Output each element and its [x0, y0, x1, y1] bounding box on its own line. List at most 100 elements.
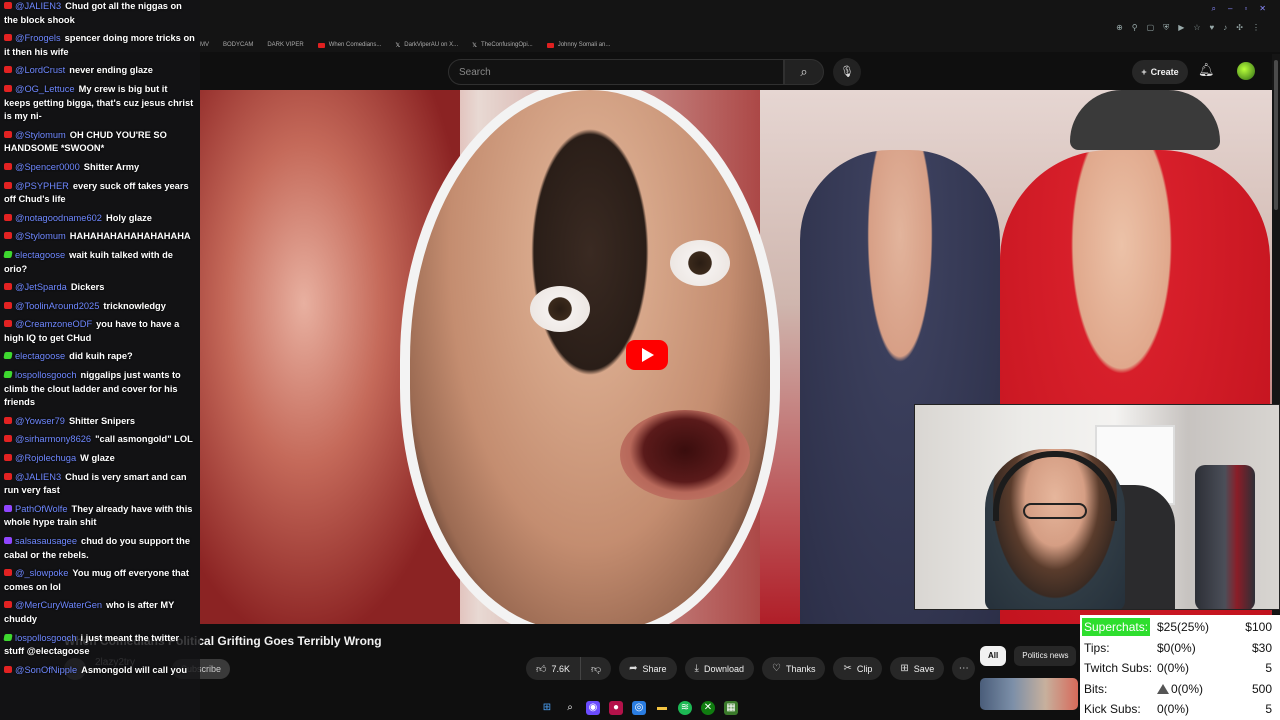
bookmark-johnny-somali[interactable]: Johnny Somali an... — [546, 42, 610, 48]
chat-text: Asmongold will call you — [81, 664, 188, 675]
folder-icon[interactable]: ▬ — [655, 701, 669, 715]
search-input[interactable]: Search — [448, 59, 784, 85]
recommended-video-thumbnail[interactable] — [980, 678, 1078, 710]
audio-icon[interactable]: ♪ — [1223, 23, 1227, 33]
bookmark-when-comedians[interactable]: When Comedians... — [317, 42, 381, 48]
kick-badge-icon — [3, 352, 13, 360]
goal-target: 5 — [1265, 702, 1272, 717]
spotify-icon[interactable]: ≋ — [678, 701, 692, 715]
chat-username: @JALIEN3 — [15, 1, 62, 11]
youtube-header: Search ⌕ 🎙 + Create 🔔︎ — [200, 56, 1280, 88]
youtube-badge-icon — [4, 454, 12, 462]
play-button[interactable] — [626, 340, 668, 370]
windows-start-icon[interactable]: ⊞ — [540, 701, 554, 715]
youtube-badge-icon — [4, 472, 12, 480]
chat-username: @MerCuryWaterGen — [15, 600, 103, 611]
youtube-badge-icon — [4, 130, 12, 138]
thanks-button[interactable]: ♡ Thanks — [762, 657, 826, 680]
chat-text: W glaze — [80, 453, 115, 464]
kick-badge-icon — [3, 371, 13, 379]
bookmark-bodycam[interactable]: BODYCAM — [223, 42, 253, 48]
x-logo-icon: 𝕏 — [472, 42, 477, 49]
notifications-bell-icon[interactable]: 🔔︎ — [1198, 62, 1215, 78]
thanks-icon: ♡ — [772, 663, 781, 674]
pin-icon[interactable]: ⚲ — [1132, 23, 1138, 33]
goal-value: 0(0%) — [1171, 681, 1204, 696]
scroll-thumb[interactable] — [1274, 60, 1278, 210]
chat-username: @_slowpoke — [15, 568, 69, 579]
heart-icon[interactable]: ♥ — [1210, 23, 1215, 33]
youtube-badge-icon — [4, 232, 12, 240]
goal-label: Bits: — [1084, 681, 1108, 696]
bookmark-dark-viper[interactable]: DARK VIPER — [267, 42, 303, 48]
chip-politics-news[interactable]: Politics news — [1014, 646, 1077, 666]
avatar[interactable] — [1237, 62, 1255, 80]
chat-username: @notagoodname602 — [15, 212, 102, 223]
save-button[interactable]: ⊞ Save — [890, 657, 945, 680]
chat-username: @Yowser79 — [15, 415, 65, 426]
chat-text: HAHAHAHAHAHAHAHAHA — [69, 231, 191, 242]
minecraft-icon[interactable]: ▦ — [724, 701, 738, 715]
chat-username: @Stylomum — [15, 129, 66, 140]
bookmark-confusing-opinion[interactable]: 𝕏 TheConfusingOpi... — [472, 42, 533, 49]
search-tab-icon[interactable]: ⌕ — [1212, 4, 1216, 14]
tab-icon[interactable]: ▢ — [1147, 23, 1155, 33]
chat-message: electagoose wait kuih talked with de orio… — [3, 249, 196, 276]
voice-search-button[interactable]: 🎙 — [833, 58, 861, 86]
thumbnail-mouth — [620, 410, 750, 500]
chat-text: Holy glaze — [105, 212, 152, 223]
puzzle-icon[interactable]: ✣ — [1236, 23, 1243, 33]
chat-username: @Rojolechuga — [15, 453, 77, 464]
download-button[interactable]: ⤓ Download — [684, 657, 754, 680]
chat-message: @CreamzoneODF you have to have a high IQ … — [4, 318, 196, 345]
webcam-feed — [914, 404, 1280, 610]
extension-icons: ⊕ ⚲ ▢ ⛨ ▶ ☆ ♥ ♪ ✣ ⋮ — [1116, 23, 1260, 33]
chat-username: @SonOfNipple — [15, 664, 78, 675]
chat-message: @LordCrust never ending glaze — [4, 64, 196, 78]
chat-text: Shitter Snipers — [68, 415, 136, 426]
obs-icon[interactable]: ● — [609, 701, 623, 715]
chat-username: electagoose — [15, 351, 66, 362]
thumbnail-main-face — [400, 90, 780, 624]
like-button[interactable]: 👍︎ 7.6K — [526, 657, 581, 680]
play-icon[interactable]: ▶ — [1178, 23, 1184, 33]
taskbar-search-icon[interactable]: ⌕ — [563, 701, 577, 715]
youtube-badge-icon — [4, 181, 12, 189]
menu-icon[interactable]: ⋮ — [1252, 23, 1260, 33]
dislike-button[interactable]: 👎︎ — [580, 657, 612, 680]
xbox-icon[interactable]: ✕ — [701, 701, 715, 715]
chat-message: @JetSparda Dickers — [4, 281, 196, 295]
more-actions-button[interactable]: ⋯ — [952, 657, 976, 680]
discord-icon[interactable]: ◉ — [586, 701, 600, 715]
bookmark-mv[interactable]: MV — [200, 42, 209, 48]
clip-label: Clip — [856, 663, 873, 674]
goal-row-bits: Bits: 0(0%) 500 — [1084, 679, 1276, 700]
create-button[interactable]: + Create — [1132, 60, 1188, 84]
chip-all[interactable]: All — [980, 646, 1007, 666]
close-icon[interactable]: ✕ — [1259, 4, 1266, 14]
youtube-badge-icon — [4, 301, 12, 309]
browser-icon[interactable]: ◎ — [632, 701, 646, 715]
youtube-badge-icon — [4, 320, 12, 328]
thumbnail-eye — [530, 286, 590, 332]
donation-goals-panel: Superchats: $25(25%) $100 Tips: $0(0%) $… — [1080, 615, 1280, 720]
search-button[interactable]: ⌕ — [784, 59, 824, 85]
shield-icon[interactable]: ⛨ — [1163, 23, 1169, 33]
youtube-icon — [317, 42, 325, 48]
chat-text: Shitter Army — [83, 161, 140, 172]
minimize-icon[interactable]: – — [1228, 4, 1232, 14]
goal-label: Tips: — [1084, 640, 1110, 655]
maximize-icon[interactable]: ▫ — [1244, 4, 1247, 14]
chat-text: tricknowledgy — [103, 300, 166, 311]
goal-value-wrapper: 0(0%) — [1157, 679, 1203, 700]
zoom-icon[interactable]: ⊕ — [1116, 23, 1123, 33]
share-button[interactable]: ➦ Share — [619, 657, 677, 680]
clip-button[interactable]: ✂ Clip — [833, 657, 883, 680]
chat-overlay: @JALIEN3 Chud got all the niggas on the b… — [0, 0, 200, 720]
chat-text: never ending glaze — [69, 65, 153, 76]
chat-message: @MerCuryWaterGen who is after MY chuddy — [4, 599, 196, 626]
bookmark-darkviper-x[interactable]: 𝕏 DarkViperAU on X... — [395, 42, 458, 49]
share-icon: ➦ — [629, 663, 638, 674]
chat-message: @Spencer0000 Shitter Army — [4, 161, 196, 175]
bookmark-icon[interactable]: ☆ — [1193, 23, 1200, 33]
